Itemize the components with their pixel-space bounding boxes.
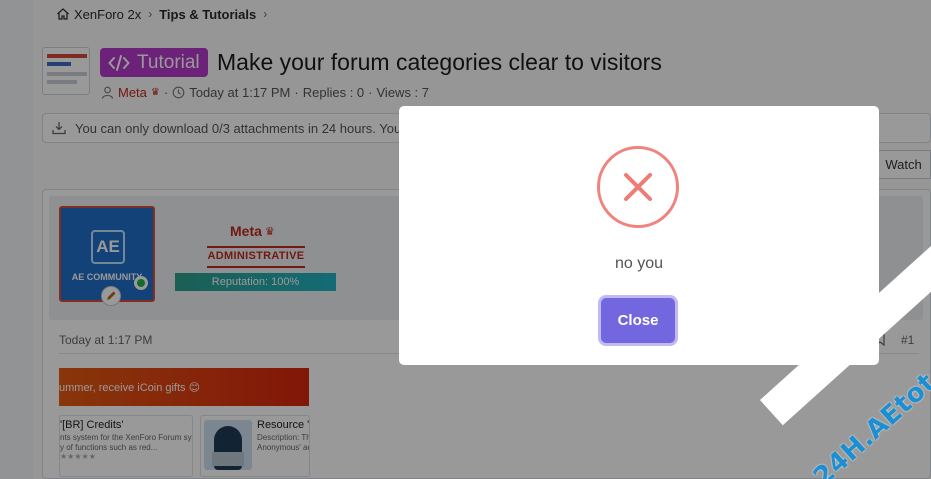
alert-dialog: no you Close xyxy=(399,106,879,365)
error-x-icon xyxy=(597,146,679,228)
alert-message: no you xyxy=(614,255,664,272)
close-button[interactable]: Close xyxy=(601,298,675,343)
